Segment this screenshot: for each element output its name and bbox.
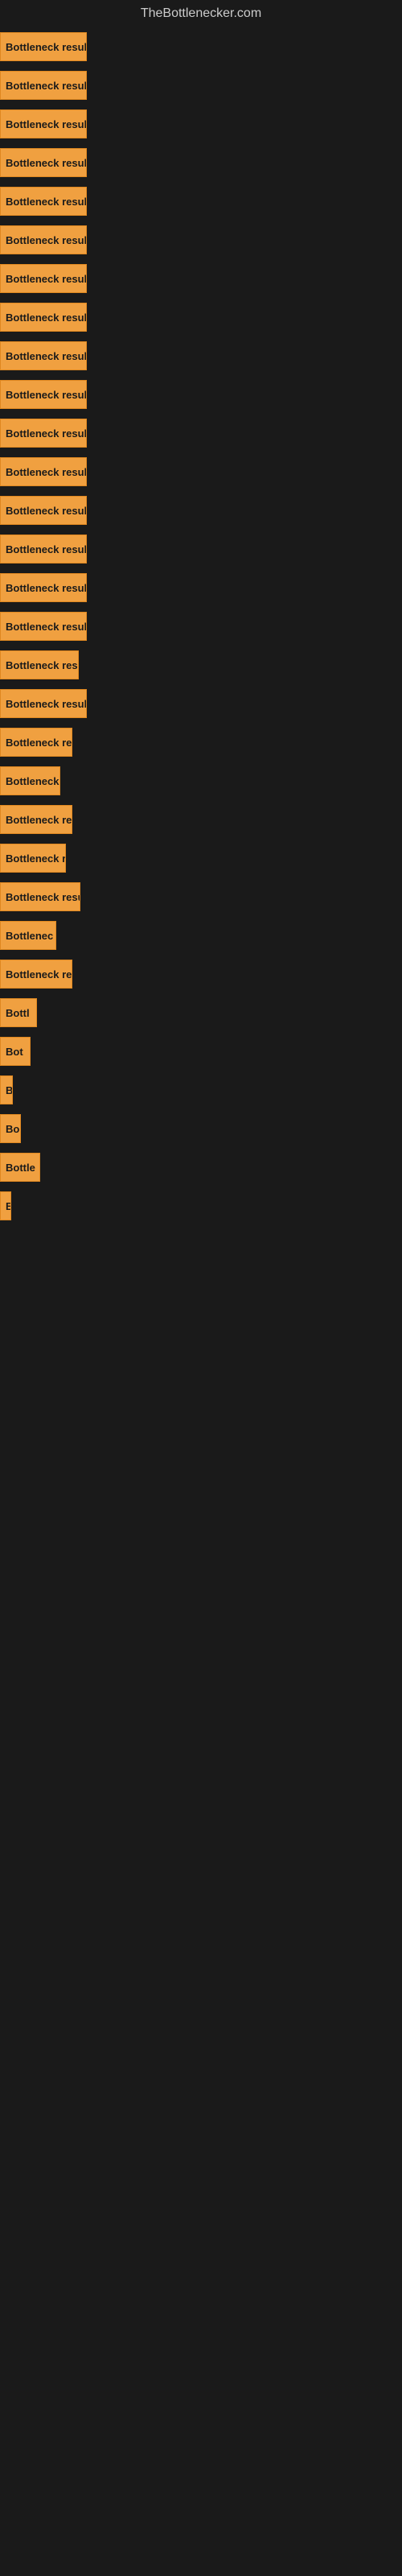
bottleneck-row: Bottleneck result [0, 568, 402, 607]
bottleneck-label: Bottleneck resu [6, 891, 80, 903]
bars-container: Bottleneck result Bottleneck result Bottle… [0, 27, 402, 1225]
bottleneck-row: B [0, 1187, 402, 1225]
bottleneck-row: Bottleneck result [0, 452, 402, 491]
bottleneck-bar: Bottleneck re [0, 960, 72, 989]
bottleneck-label: Bottleneck re [6, 814, 72, 826]
bottleneck-row: Bottleneck result [0, 491, 402, 530]
bottleneck-row: Bottl [0, 993, 402, 1032]
bottleneck-bar: Bottleneck re [0, 805, 72, 834]
bottleneck-bar: Bot [0, 1037, 31, 1066]
site-title: TheBottlenecker.com [0, 0, 402, 27]
bottleneck-row: Bottleneck result [0, 414, 402, 452]
bottleneck-label: Bottleneck result [6, 312, 87, 324]
bottleneck-label: Bottleneck result [6, 196, 87, 208]
bottleneck-label: Bottleneck result [6, 118, 87, 130]
bottleneck-bar: Bottleneck resu [0, 882, 80, 911]
bottleneck-bar: Bottleneck [0, 766, 60, 795]
bottleneck-row: Bottleneck [0, 762, 402, 800]
bottleneck-row: Bottleneck re [0, 723, 402, 762]
bottleneck-label: Bottleneck result [6, 273, 87, 285]
bottleneck-row: Bottlenec [0, 916, 402, 955]
bottleneck-label: Bottlenec [6, 930, 53, 942]
bottleneck-row: Bottleneck resu [0, 877, 402, 916]
bottleneck-bar: Bottleneck result [0, 303, 87, 332]
bottleneck-bar: Bottleneck result [0, 496, 87, 525]
bottleneck-label: Bot [6, 1046, 23, 1058]
bottleneck-row: Bottleneck result [0, 27, 402, 66]
bottleneck-label: Bottleneck result [6, 157, 87, 169]
bottleneck-label: Bottleneck result [6, 80, 87, 92]
bottleneck-row: Bottleneck result [0, 684, 402, 723]
bottleneck-row: Bo [0, 1109, 402, 1148]
bottleneck-row: Bottleneck result [0, 259, 402, 298]
bottleneck-label: Bottleneck result [6, 466, 87, 478]
bottleneck-bar: Bottleneck result [0, 264, 87, 293]
bottleneck-bar: Bottleneck result [0, 573, 87, 602]
bottleneck-label: Bottleneck result [6, 698, 87, 710]
bottleneck-bar: Bottleneck result [0, 419, 87, 448]
bottleneck-row: Bottleneck re [0, 800, 402, 839]
bottleneck-row: Bottleneck re [0, 955, 402, 993]
bottleneck-label: Bottleneck result [6, 543, 87, 555]
bottleneck-row: Bottleneck result [0, 375, 402, 414]
bottleneck-label: Bottleneck re [6, 737, 72, 749]
bottleneck-label: Bottl [6, 1007, 30, 1019]
bottleneck-label: Bottleneck [6, 775, 59, 787]
bottleneck-row: B [0, 1071, 402, 1109]
bottleneck-label: Bottleneck result [6, 621, 87, 633]
bottleneck-bar: Bottleneck result [0, 109, 87, 138]
bottleneck-bar: Bottl [0, 998, 37, 1027]
bottleneck-bar: Bottleneck result [0, 535, 87, 564]
bottleneck-bar: B [0, 1075, 13, 1104]
bottleneck-row: Bot [0, 1032, 402, 1071]
bottleneck-bar: Bottle [0, 1153, 40, 1182]
bottleneck-bar: Bottleneck result [0, 689, 87, 718]
bottleneck-bar: Bottleneck result [0, 32, 87, 61]
bottleneck-label: Bottle [6, 1162, 35, 1174]
bottleneck-bar: Bottleneck result [0, 380, 87, 409]
bottleneck-bar: Bottleneck result [0, 612, 87, 641]
bottleneck-label: Bo [6, 1123, 19, 1135]
bottleneck-bar: Bottleneck result [0, 71, 87, 100]
bottleneck-row: Bottleneck result [0, 182, 402, 221]
bottleneck-row: Bottle [0, 1148, 402, 1187]
bottleneck-bar: B [0, 1191, 11, 1220]
bottleneck-bar: Bottleneck result [0, 457, 87, 486]
bottleneck-bar: Bottleneck result [0, 187, 87, 216]
bottleneck-bar: Bottleneck re [0, 728, 72, 757]
bottleneck-label: Bottleneck result [6, 427, 87, 440]
bottleneck-label: Bottleneck res [6, 659, 78, 671]
bottleneck-bar: Bottlenec [0, 921, 56, 950]
bottleneck-label: Bottleneck r [6, 852, 66, 865]
bottleneck-row: Bottleneck result [0, 298, 402, 336]
bottleneck-row: Bottleneck result [0, 530, 402, 568]
bottleneck-bar: Bottleneck result [0, 148, 87, 177]
bottleneck-row: Bottleneck result [0, 607, 402, 646]
bottleneck-bar: Bo [0, 1114, 21, 1143]
bottleneck-row: Bottleneck result [0, 336, 402, 375]
bottleneck-bar: Bottleneck r [0, 844, 66, 873]
bottleneck-bar: Bottleneck result [0, 225, 87, 254]
bottleneck-label: B [6, 1200, 11, 1212]
bottleneck-row: Bottleneck result [0, 143, 402, 182]
bottleneck-row: Bottleneck result [0, 66, 402, 105]
bottleneck-label: Bottleneck result [6, 41, 87, 53]
bottleneck-label: Bottleneck result [6, 234, 87, 246]
bottleneck-label: B [6, 1084, 13, 1096]
bottleneck-label: Bottleneck result [6, 582, 87, 594]
bottleneck-bar: Bottleneck res [0, 650, 79, 679]
title-text: TheBottlenecker.com [141, 6, 261, 20]
bottleneck-label: Bottleneck re [6, 968, 72, 980]
bottleneck-label: Bottleneck result [6, 350, 87, 362]
bottleneck-label: Bottleneck result [6, 389, 87, 401]
bottleneck-row: Bottleneck res [0, 646, 402, 684]
bottleneck-bar: Bottleneck result [0, 341, 87, 370]
bottleneck-row: Bottleneck result [0, 221, 402, 259]
bottleneck-row: Bottleneck r [0, 839, 402, 877]
bottleneck-row: Bottleneck result [0, 105, 402, 143]
bottleneck-label: Bottleneck result [6, 505, 87, 517]
